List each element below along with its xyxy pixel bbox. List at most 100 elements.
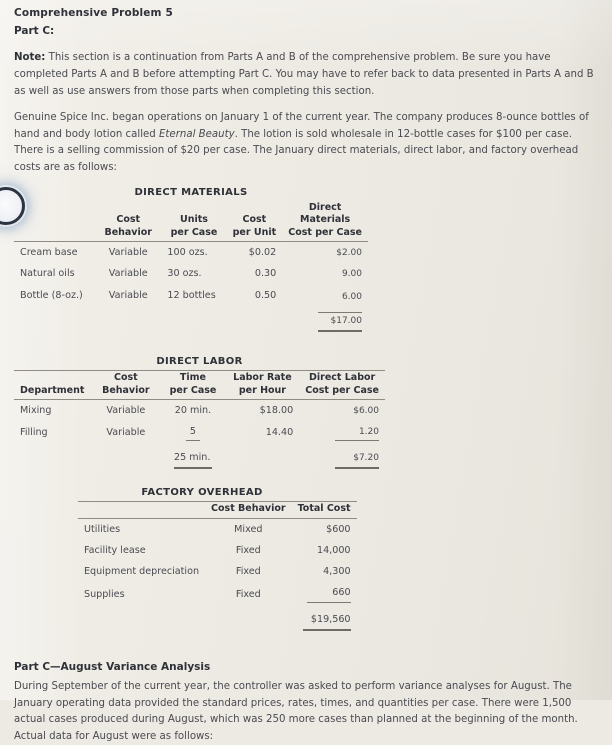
dl-col-dl-cost-line2: Cost per Case: [305, 384, 379, 396]
table-row: Cream base Variable 100 ozs. $0.02 $2.00: [14, 241, 368, 264]
fo-row3-total-cost: 660: [292, 582, 357, 607]
dm-row2-dm-cost-value: 6.00: [341, 291, 362, 302]
dl-col-labor-rate-line1: Labor Rate: [233, 372, 292, 384]
dm-col-dm-cost-per-case: Direct Materials Cost per Case: [282, 201, 368, 242]
factory-overhead-caption: FACTORY OVERHEAD: [141, 487, 263, 499]
dm-row0-item: Cream base: [14, 241, 96, 264]
part-c-heading: Part C—August Variance Analysis: [14, 661, 211, 674]
dm-row1-units: 30 ozs.: [167, 267, 202, 279]
dl-total-spacer-2: [91, 445, 160, 473]
factory-overhead-table-block: FACTORY OVERHEAD Cost Behavior Total Cos…: [14, 487, 594, 635]
dm-row0-dm-cost: $2.00: [282, 241, 368, 264]
dl-row1-department: Filling: [20, 427, 48, 439]
table-row: Filling Variable 5 14.40 1.20: [14, 421, 385, 445]
fo-row0-item: Utilities: [84, 523, 121, 535]
direct-labor-header-row: Department Cost Behavior Time per Case L…: [14, 370, 385, 401]
dm-col-cost-per-unit-line2: per Unit: [232, 226, 277, 238]
dl-col-department: Department: [14, 370, 92, 401]
dm-col-units-line1: Units: [179, 214, 208, 226]
fo-total-cell: $19,560: [292, 607, 357, 635]
fo-row2-total-cost: 4,300: [323, 565, 351, 577]
note-paragraph: Note: This section is a continuation fro…: [14, 50, 594, 100]
dm-total-cell: $17.00: [282, 307, 368, 336]
dl-row1-time: 5: [160, 421, 225, 445]
dm-row1-cost-per-unit: 0.30: [254, 267, 277, 279]
fo-row3-cost-behavior: Fixed: [235, 588, 261, 600]
dl-row0-time: 20 min.: [174, 404, 212, 416]
direct-materials-caption: DIRECT MATERIALS: [134, 186, 248, 198]
direct-labor-table: Department Cost Behavior Time per Case L…: [14, 370, 385, 473]
dm-col-dm-cost-line2: Materials: [300, 214, 351, 226]
dm-col-cost-behavior-line1: Cost: [116, 214, 141, 226]
part-label: Part C:: [14, 25, 55, 38]
fo-total-spacer: [78, 607, 292, 635]
dm-row0-units: 100 ozs.: [161, 241, 227, 264]
dm-row2-units: 12 bottles: [167, 289, 216, 301]
dl-row1-cost-behavior: Variable: [106, 427, 146, 439]
fo-row2-cost-behavior: Fixed: [235, 565, 261, 577]
dl-col-cost-behavior: Cost Behavior: [91, 370, 161, 401]
dm-row2-cost-per-unit: 0.50: [254, 289, 277, 301]
dl-row0-department: Mixing: [20, 404, 52, 416]
table-row: Mixing Variable 20 min. $18.00 $6.00: [14, 400, 385, 422]
dm-col-item: [14, 201, 95, 242]
table-row: Utilities Mixed $600: [78, 519, 357, 541]
dm-row0-cost-per-unit: $0.02: [226, 241, 283, 264]
note-text: This section is a continuation from Part…: [14, 52, 594, 97]
direct-labor-table-block: DIRECT LABOR Department Cost Behavior Ti…: [14, 356, 594, 473]
fo-row0-total-cost: $600: [326, 523, 351, 535]
fo-row3-total-cost-value: 660: [306, 587, 351, 603]
factory-overhead-total-row: $19,560: [78, 607, 357, 635]
page-title: Comprehensive Problem 5: [14, 7, 173, 19]
dl-col-labor-rate: Labor Rate per Hour: [225, 370, 300, 401]
product-name: Eternal Beauty: [159, 128, 235, 140]
dm-col-cost-per-unit-line1: Cost: [242, 214, 267, 226]
fo-row1-total-cost: 14,000: [316, 544, 351, 556]
dl-row1-dl-cost-value: 1.20: [335, 426, 379, 441]
direct-materials-table: Cost Behavior Units per Case Cost per Un…: [14, 201, 368, 337]
table-row: Equipment depreciation Fixed 4,300: [78, 561, 357, 582]
dm-row2-cost-behavior: Variable: [108, 289, 148, 301]
dl-row1-labor-rate: 14.40: [265, 427, 294, 439]
direct-labor-caption: DIRECT LABOR: [156, 356, 243, 368]
table-row: Bottle (8-oz.) Variable 12 bottles 0.50 …: [14, 284, 368, 307]
dl-col-time-line1: Time: [179, 372, 207, 384]
dl-total-time-cell: 25 min.: [160, 445, 225, 473]
dm-col-dm-cost-line1: Direct: [308, 201, 342, 213]
dm-col-cost-per-unit: Cost per Unit: [227, 201, 283, 242]
dm-total-spacer: [14, 307, 282, 336]
dm-row2-item: Bottle (8-oz.): [20, 289, 83, 301]
dl-col-time: Time per Case: [160, 370, 226, 401]
document-page: Comprehensive Problem 5 Part C: Note: Th…: [0, 0, 612, 742]
dl-col-cost-behavior-line1: Cost: [113, 372, 138, 384]
intro-paragraph: Genuine Spice Inc. began operations on J…: [14, 110, 594, 176]
dm-col-cost-behavior-line2: Behavior: [104, 226, 152, 238]
dl-total-time-value: 25 min.: [173, 450, 212, 469]
dm-row1-cost-behavior: Variable: [108, 267, 148, 279]
dl-total-spacer-3: [226, 445, 300, 473]
fo-row1-cost-behavior: Fixed: [235, 544, 261, 556]
fo-col-item: [78, 501, 206, 520]
dl-col-time-line2: per Case: [169, 384, 217, 396]
fo-total-value: $19,560: [302, 612, 351, 631]
dm-row1-item: Natural oils: [20, 267, 75, 279]
dl-row0-labor-rate: $18.00: [259, 404, 294, 416]
dm-row1-dm-cost: 9.00: [341, 268, 362, 279]
dm-col-cost-behavior: Cost Behavior: [95, 201, 161, 242]
fo-col-total-cost: Total Cost: [291, 501, 357, 520]
dm-row0-cost-behavior: Variable: [95, 241, 162, 264]
dl-row1-time-value: 5: [185, 426, 200, 441]
factory-overhead-header-row: Cost Behavior Total Cost: [78, 501, 357, 520]
fo-row0-cost-behavior: Mixed: [234, 523, 263, 535]
dl-total-cost-value: $7.20: [335, 450, 379, 469]
dm-col-dm-cost-line3: Cost per Case: [288, 226, 362, 238]
dl-total-cost-cell: $7.20: [299, 445, 385, 473]
fo-row1-item: Facility lease: [84, 544, 146, 556]
dl-row0-cost-behavior: Variable: [106, 404, 146, 416]
direct-materials-header-row: Cost Behavior Units per Case Cost per Un…: [14, 201, 368, 242]
dl-col-dl-cost-line1: Direct Labor: [309, 372, 376, 384]
part-c-body: During September of the current year, th…: [14, 681, 578, 742]
note-label: Note:: [14, 52, 46, 64]
dl-col-cost-behavior-line2: Behavior: [102, 384, 150, 396]
direct-materials-table-block: DIRECT MATERIALS Cost Behavior Units per…: [14, 187, 594, 337]
